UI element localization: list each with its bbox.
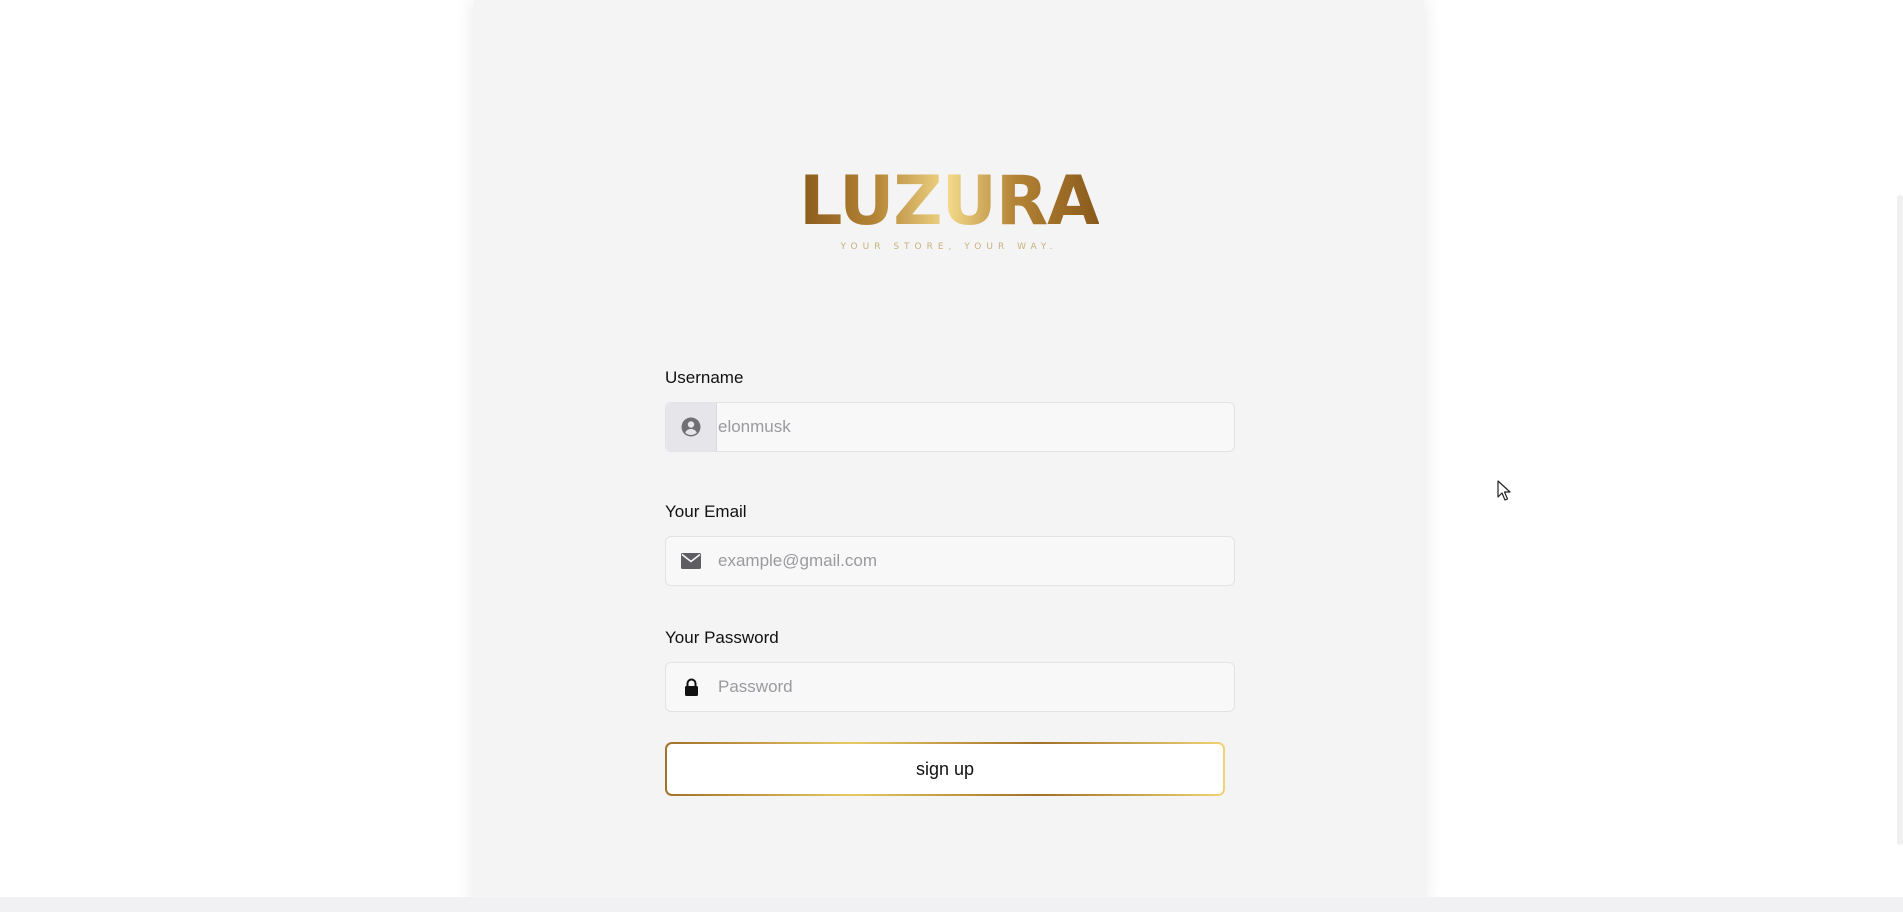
password-input[interactable]	[716, 663, 1228, 711]
brand-block: LUZURA YOUR STORE, YOUR WAY.	[474, 162, 1424, 253]
envelope-icon	[666, 537, 716, 585]
email-input[interactable]	[716, 537, 1228, 585]
username-field-group	[665, 402, 1235, 452]
email-label: Your Email	[665, 502, 747, 521]
lock-icon	[666, 663, 716, 711]
brand-tagline: YOUR STORE, YOUR WAY.	[840, 242, 1058, 252]
user-circle-icon	[666, 403, 717, 451]
vertical-scrollbar[interactable]	[1897, 195, 1903, 845]
username-input[interactable]	[716, 403, 1228, 451]
signup-form: Username Your Email Your	[665, 368, 1235, 796]
sign-up-button[interactable]: sign up	[665, 742, 1225, 796]
brand-logo: LUZURA	[799, 162, 1100, 241]
bottom-bar	[0, 897, 1903, 912]
password-field-group	[665, 662, 1235, 712]
email-field-group	[665, 536, 1235, 586]
username-label: Username	[665, 368, 744, 387]
mouse-cursor-icon	[1497, 480, 1511, 501]
page: LUZURA YOUR STORE, YOUR WAY. Username Yo…	[0, 0, 1903, 912]
password-label: Your Password	[665, 628, 779, 647]
